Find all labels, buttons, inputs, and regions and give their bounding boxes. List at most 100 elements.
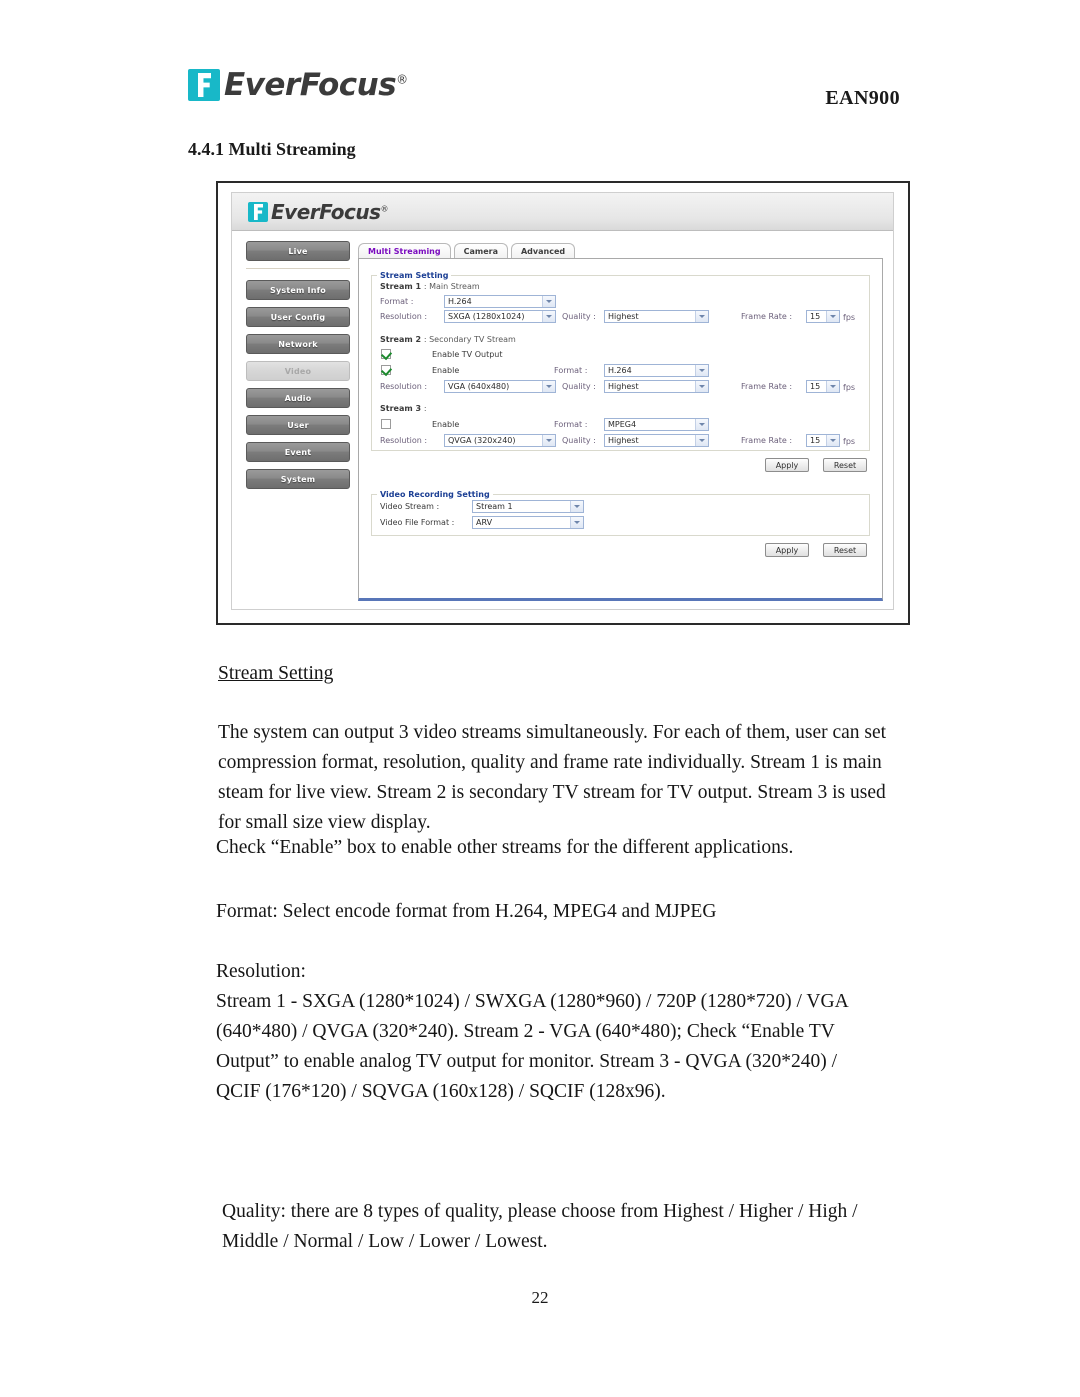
ui-screenshot-frame: EverFocus® Live System Info User Config … [216,181,910,625]
chevron-down-icon[interactable] [695,419,708,430]
chevron-down-icon[interactable] [570,501,583,512]
stream2-resolution-value: VGA (640x480) [448,382,510,391]
video-stream-select[interactable]: Stream 1 [472,500,584,513]
stream2-enable-checkbox[interactable] [381,365,391,375]
sidebar-item-system-info[interactable]: System Info [246,280,350,300]
stream2-framerate-select[interactable]: 15 [806,380,840,393]
sidebar-item-network[interactable]: Network [246,334,350,354]
stream3-quality-value: Highest [608,436,639,445]
video-recording-reset-button[interactable]: Reset [823,543,867,557]
paragraph-enable-note: Check “Enable” box to enable other strea… [216,837,794,858]
chevron-down-icon[interactable] [826,435,839,446]
stream1-resolution-select[interactable]: SXGA (1280x1024) [444,310,556,323]
stream-setting-apply-button[interactable]: Apply [765,458,809,472]
app-brand-name: EverFocus [271,200,381,224]
video-file-format-label: Video File Format : [380,518,455,527]
app-logo: EverFocus® [248,200,388,224]
stream1-subtitle: : Main Stream [423,282,480,291]
app-logo-icon [248,202,268,222]
sidebar-item-audio[interactable]: Audio [246,388,350,408]
stream3-framerate-label: Frame Rate : [741,436,793,445]
section-heading: 4.4.1 Multi Streaming [188,139,356,159]
resolution-heading: Resolution: [216,961,306,982]
stream-setting-legend: Stream Setting [380,271,449,280]
stream2-format-select[interactable]: H.264 [604,364,709,377]
stream1-resolution-value: SXGA (1280x1024) [448,312,525,321]
app-registered-trademark-icon: ® [380,204,388,214]
stream1-framerate-select[interactable]: 15 [806,310,840,323]
sidebar-item-live[interactable]: Live [246,241,350,261]
chevron-down-icon[interactable] [826,381,839,392]
stream2-enable-label: Enable [432,366,460,375]
stream3-format-value: MPEG4 [608,420,637,429]
brand-name: EverFocus [224,67,397,103]
stream1-quality-value: Highest [608,312,639,321]
chevron-down-icon[interactable] [542,381,555,392]
stream3-framerate-value: 15 [810,436,821,445]
stream2-format-label: Format : [554,366,588,375]
chevron-down-icon[interactable] [695,435,708,446]
chevron-down-icon[interactable] [695,365,708,376]
stream1-quality-label: Quality : [562,312,596,321]
stream2-subtitle: : Secondary TV Stream [423,335,516,344]
video-recording-apply-button[interactable]: Apply [765,543,809,557]
stream2-enable-tv-output-checkbox[interactable] [381,349,391,359]
sidebar-item-video[interactable]: Video [246,361,350,381]
video-file-format-select[interactable]: ARV [472,516,584,529]
sidebar-item-user[interactable]: User [246,415,350,435]
video-recording-setting-group: Video Recording Setting Video Stream : S… [371,490,870,536]
stream2-quality-label: Quality : [562,382,596,391]
stream2-format-value: H.264 [608,366,632,375]
stream1-framerate-value: 15 [810,312,821,321]
stream3-enable-label: Enable [432,420,460,429]
stream3-format-label: Format : [554,420,588,429]
chevron-down-icon[interactable] [695,381,708,392]
stream3-enable-checkbox[interactable] [381,419,391,429]
stream3-title: Stream 3 : [380,404,427,413]
sidebar: Live System Info User Config Network Vid… [246,241,350,496]
chevron-down-icon[interactable] [826,311,839,322]
tab-multi-streaming[interactable]: Multi Streaming [358,243,451,258]
stream-setting-group: Stream Setting Stream 1 : Main Stream Fo… [371,271,870,451]
chevron-down-icon[interactable] [695,311,708,322]
stream1-fps-unit: fps [843,313,856,322]
stream3-fps-unit: fps [843,437,856,446]
paragraph-resolution: Stream 1 - SXGA (1280*1024) / SWXGA (128… [216,991,848,1102]
video-stream-label: Video Stream : [380,502,440,511]
stream2-title: Stream 2 : Secondary TV Stream [380,335,516,344]
registered-trademark-icon: ® [396,72,408,87]
model-identifier: EAN900 [825,87,900,109]
tab-camera[interactable]: Camera [453,243,508,258]
stream3-framerate-select[interactable]: 15 [806,434,840,447]
sidebar-item-system[interactable]: System [246,469,350,489]
chevron-down-icon[interactable] [570,517,583,528]
stream3-quality-select[interactable]: Highest [604,434,709,447]
sidebar-item-event[interactable]: Event [246,442,350,462]
stream1-title: Stream 1 : Main Stream [380,282,480,291]
stream2-quality-select[interactable]: Highest [604,380,709,393]
paragraph-overview: The system can output 3 video streams si… [218,722,887,833]
sidebar-divider [246,268,350,269]
chevron-down-icon[interactable] [542,435,555,446]
stream1-quality-select[interactable]: Highest [604,310,709,323]
stream2-quality-value: Highest [608,382,639,391]
stream1-format-select[interactable]: H.264 [444,295,556,308]
stream2-enable-tv-output-label: Enable TV Output [432,350,503,359]
paragraph-format: Format: Select encode format from H.264,… [216,901,717,922]
stream1-resolution-label: Resolution : [380,312,428,321]
stream3-resolution-select[interactable]: QVGA (320x240) [444,434,556,447]
tab-panel: Stream Setting Stream 1 : Main Stream Fo… [358,258,883,601]
chevron-down-icon[interactable] [542,311,555,322]
stream3-format-select[interactable]: MPEG4 [604,418,709,431]
everfocus-logo-icon [188,69,220,101]
stream-setting-reset-button[interactable]: Reset [823,458,867,472]
video-file-format-value: ARV [476,518,493,527]
video-stream-value: Stream 1 [476,502,513,511]
stream3-subtitle: : [423,404,427,413]
content-area: Multi Streaming Camera Advanced Stream S… [358,241,883,601]
sidebar-item-user-config[interactable]: User Config [246,307,350,327]
tab-advanced[interactable]: Advanced [510,243,576,258]
chevron-down-icon[interactable] [542,296,555,307]
stream2-resolution-select[interactable]: VGA (640x480) [444,380,556,393]
app-banner: EverFocus® [232,193,893,231]
